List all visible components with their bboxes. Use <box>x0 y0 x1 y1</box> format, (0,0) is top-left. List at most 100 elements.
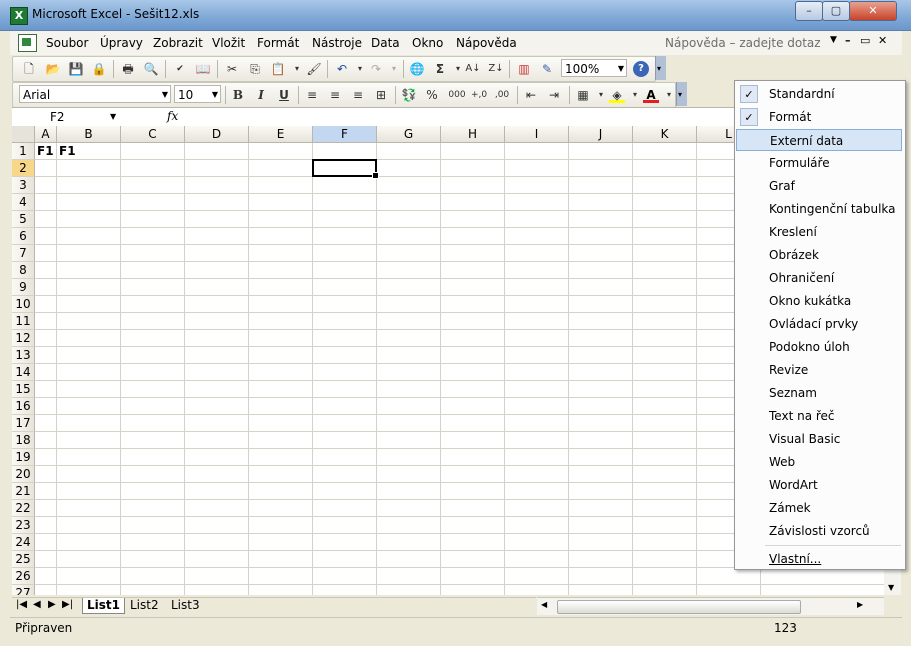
align-center-icon[interactable]: ≡ <box>327 87 343 103</box>
row-header-14[interactable]: 14 <box>12 364 35 381</box>
row-header-19[interactable]: 19 <box>12 449 35 466</box>
toolbar-menu-item-zamek[interactable]: Zámek <box>736 497 902 519</box>
row-header-3[interactable]: 3 <box>12 177 35 194</box>
merge-center-icon[interactable]: ⊞ <box>373 87 389 103</box>
save-icon[interactable]: 💾 <box>68 61 84 77</box>
paste-dropdown-icon[interactable]: ▾ <box>289 61 305 77</box>
row-header-26[interactable]: 26 <box>12 568 35 585</box>
horizontal-scroll-thumb[interactable] <box>557 600 801 614</box>
row-header-4[interactable]: 4 <box>12 194 35 211</box>
close-button[interactable]: ✕ <box>849 1 897 21</box>
row-header-16[interactable]: 16 <box>12 398 35 415</box>
toolbar-menu-item-seznam[interactable]: Seznam <box>736 382 902 404</box>
row-header-1[interactable]: 1 <box>12 143 35 160</box>
row-header-7[interactable]: 7 <box>12 245 35 262</box>
hyperlink-icon[interactable]: 🌐 <box>409 61 425 77</box>
first-sheet-icon[interactable]: |◀ <box>16 599 27 610</box>
decrease-indent-icon[interactable]: ⇤ <box>523 87 539 103</box>
toolbar-menu-item-obrazek[interactable]: Obrázek <box>736 244 902 266</box>
column-header-j[interactable]: J <box>569 126 633 143</box>
scroll-left-icon[interactable]: ◀ <box>541 600 547 609</box>
menu-napoveda[interactable]: Nápověda <box>456 36 517 50</box>
new-icon[interactable]: 🗋 <box>21 61 37 77</box>
thousands-button[interactable]: 000 <box>447 87 467 103</box>
next-sheet-icon[interactable]: ▶ <box>48 599 56 610</box>
column-header-h[interactable]: H <box>441 126 505 143</box>
fill-color-dropdown-icon[interactable]: ▾ <box>627 87 643 103</box>
align-left-icon[interactable]: ≡ <box>304 87 320 103</box>
cut-icon[interactable]: ✂ <box>224 61 240 77</box>
toolbar-menu-item-standardni[interactable]: ✓ Standardní <box>736 83 902 105</box>
research-icon[interactable]: 📖 <box>195 61 211 77</box>
toolbar-menu-item-web[interactable]: Web <box>736 451 902 473</box>
menu-okno[interactable]: Okno <box>412 36 443 50</box>
help-question-box[interactable]: Nápověda – zadejte dotaz <box>665 36 821 50</box>
column-header-d[interactable]: D <box>185 126 249 143</box>
row-header-11[interactable]: 11 <box>12 313 35 330</box>
name-box[interactable]: F2 ▼ <box>12 108 122 126</box>
column-header-c[interactable]: C <box>121 126 185 143</box>
prev-sheet-icon[interactable]: ◀ <box>33 599 41 610</box>
workbook-minimize-button[interactable]: – <box>845 34 851 47</box>
column-header-b[interactable]: B <box>57 126 121 143</box>
row-header-13[interactable]: 13 <box>12 347 35 364</box>
cell-b1[interactable]: F1 <box>59 144 76 158</box>
align-right-icon[interactable]: ≡ <box>350 87 366 103</box>
italic-button[interactable]: I <box>253 87 269 103</box>
row-header-12[interactable]: 12 <box>12 330 35 347</box>
column-header-f[interactable]: F <box>313 126 377 143</box>
menu-format[interactable]: Formát <box>257 36 299 50</box>
menu-data[interactable]: Data <box>371 36 400 50</box>
row-header-10[interactable]: 10 <box>12 296 35 313</box>
chart-wizard-icon[interactable]: ▥ <box>516 61 532 77</box>
font-size-combo[interactable]: 10 ▼ <box>174 85 221 103</box>
column-header-k[interactable]: K <box>633 126 697 143</box>
borders-icon[interactable]: ▦ <box>575 87 591 103</box>
toolbar-menu-item-visual-basic[interactable]: Visual Basic <box>736 428 902 450</box>
sheet-tab-list3[interactable]: List3 <box>167 598 204 613</box>
column-header-a[interactable]: A <box>35 126 57 143</box>
cell-a1[interactable]: F1 <box>37 144 54 158</box>
name-box-dropdown-icon[interactable]: ▼ <box>110 108 116 126</box>
autosum-icon[interactable]: Σ <box>432 61 448 77</box>
copy-icon[interactable]: ⎘ <box>247 61 263 77</box>
open-icon[interactable]: 📂 <box>45 61 61 77</box>
workbook-icon[interactable] <box>18 34 37 52</box>
font-name-combo[interactable]: Arial ▼ <box>19 85 171 103</box>
standard-toolbar-options[interactable] <box>655 56 666 80</box>
bold-button[interactable]: B <box>230 87 246 103</box>
borders-dropdown-icon[interactable]: ▾ <box>593 87 609 103</box>
toolbar-menu-item-revize[interactable]: Revize <box>736 359 902 381</box>
permission-icon[interactable]: 🔒 <box>91 61 107 77</box>
font-color-dropdown-icon[interactable]: ▾ <box>661 87 677 103</box>
row-header-6[interactable]: 6 <box>12 228 35 245</box>
row-header-27[interactable]: 27 <box>12 585 35 595</box>
paste-icon[interactable]: 📋 <box>270 61 286 77</box>
menu-zobrazit[interactable]: Zobrazit <box>153 36 203 50</box>
row-header-23[interactable]: 23 <box>12 517 35 534</box>
drawing-icon[interactable]: ✎ <box>539 61 555 77</box>
toolbar-menu-item-ohraniceni[interactable]: Ohraničení <box>736 267 902 289</box>
font-size-dropdown-icon[interactable]: ▼ <box>212 86 218 104</box>
insert-function-icon[interactable]: fx <box>167 109 178 123</box>
menu-nastroje[interactable]: Nástroje <box>312 36 362 50</box>
select-all-corner[interactable] <box>12 126 35 143</box>
toolbar-menu-item-okno-kukatka[interactable]: Okno kukátka <box>736 290 902 312</box>
menu-soubor[interactable]: Soubor <box>46 36 88 50</box>
active-cell-f2[interactable] <box>312 159 379 179</box>
toolbar-menu-item-externi-data[interactable]: Externí data <box>736 129 902 151</box>
row-header-20[interactable]: 20 <box>12 466 35 483</box>
column-header-e[interactable]: E <box>249 126 313 143</box>
fill-color-icon[interactable]: ◈ <box>609 87 625 103</box>
row-header-25[interactable]: 25 <box>12 551 35 568</box>
workbook-restore-button[interactable]: ▭ <box>860 34 870 47</box>
row-header-17[interactable]: 17 <box>12 415 35 432</box>
row-header-21[interactable]: 21 <box>12 483 35 500</box>
sheet-tab-list2[interactable]: List2 <box>126 598 163 613</box>
underline-button[interactable]: U <box>276 87 292 103</box>
toolbar-menu-item-wordart[interactable]: WordArt <box>736 474 902 496</box>
scroll-down-icon[interactable]: ▼ <box>888 583 894 592</box>
toolbar-menu-item-zavislosti-vzorcu[interactable]: Závislosti vzorců <box>736 520 902 542</box>
help-icon[interactable]: ? <box>633 61 649 77</box>
toolbar-menu-item-formulare[interactable]: Formuláře <box>736 152 902 174</box>
